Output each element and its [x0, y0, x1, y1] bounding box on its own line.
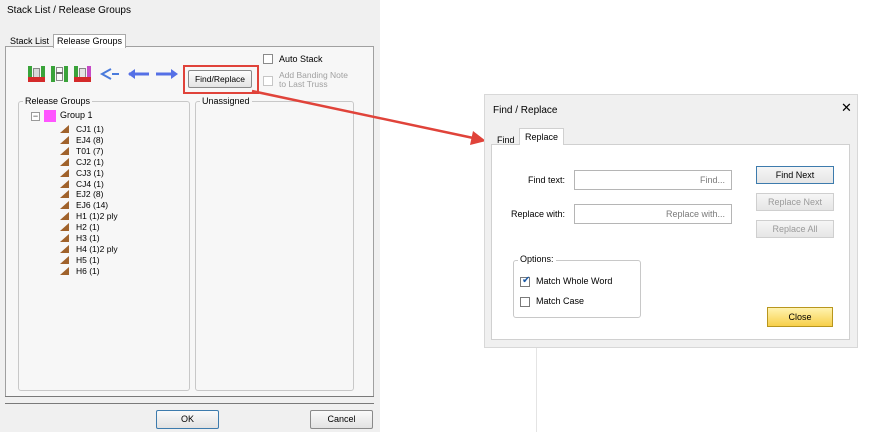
- tree-item-label: H4 (1)2 ply: [76, 243, 118, 254]
- unassigned-title: Unassigned: [200, 96, 252, 107]
- truss-icon: [60, 157, 69, 166]
- match-case-label: Match Case: [536, 296, 585, 306]
- tree-item-label: H6 (1): [76, 265, 100, 276]
- tree-item-label: CJ2 (1): [76, 156, 104, 167]
- tree-item-label: T01 (7): [76, 145, 104, 156]
- find-text-input[interactable]: Find...: [574, 170, 732, 190]
- tree-item-label: H1 (1)2 ply: [76, 211, 118, 222]
- arrow-left-icon[interactable]: [127, 68, 151, 80]
- stack-split-icon[interactable]: [74, 66, 91, 82]
- tab-replace[interactable]: Replace: [519, 128, 565, 145]
- truss-icon: [60, 244, 69, 253]
- stack-white-icon[interactable]: [51, 66, 68, 82]
- truss-icon: [60, 212, 69, 221]
- close-button[interactable]: Close: [767, 307, 833, 327]
- truss-icon: [60, 179, 69, 188]
- stack-red-icon[interactable]: [28, 66, 45, 82]
- tree-item-label: CJ1 (1): [76, 124, 104, 134]
- match-whole-word-checkbox[interactable]: ✔: [520, 275, 531, 287]
- truss-icon: [60, 135, 69, 144]
- tree-item-label: EJ6 (14): [76, 200, 109, 211]
- dialog-title: Find / Replace: [493, 105, 558, 116]
- tree-item-label: EJ2 (8): [76, 189, 104, 200]
- truss-icon: [60, 146, 69, 155]
- tree-group-label[interactable]: Group 1: [60, 110, 93, 120]
- panel-footer-bar: [5, 396, 374, 404]
- callout-arrow: [251, 89, 486, 145]
- tree-item-label: H5 (1): [76, 254, 100, 265]
- tree-item-label: CJ3 (1): [76, 167, 104, 178]
- tree-item-label: EJ4 (8): [76, 134, 104, 145]
- replace-all-button[interactable]: Replace All: [756, 220, 834, 238]
- cancel-button[interactable]: Cancel: [310, 410, 373, 429]
- arrow-right-icon[interactable]: [155, 68, 179, 80]
- ok-button[interactable]: OK: [156, 410, 219, 429]
- options-title: Options:: [518, 254, 556, 264]
- options-box: Options:: [513, 254, 641, 318]
- cycle-arrows-icon[interactable]: [97, 66, 121, 82]
- truss-icon: [60, 201, 69, 210]
- divider-line: [536, 348, 537, 432]
- replace-next-button[interactable]: Replace Next: [756, 193, 834, 211]
- tree-item-label: CJ4 (1): [76, 178, 104, 189]
- release-groups-title: Release Groups: [23, 96, 93, 107]
- truss-icon: [60, 266, 69, 275]
- find-next-button[interactable]: Find Next: [756, 166, 834, 184]
- auto-stack-label: Auto Stack: [279, 54, 323, 64]
- tree-item-label: H3 (1): [76, 233, 100, 243]
- truss-icon: [60, 223, 69, 232]
- truss-icon: [60, 190, 69, 199]
- auto-stack-checkbox[interactable]: [263, 54, 273, 64]
- highlight-box: [183, 65, 259, 94]
- tab-release-groups[interactable]: Release Groups: [53, 34, 127, 48]
- collapse-toggle-icon[interactable]: −: [31, 112, 40, 121]
- match-case-checkbox[interactable]: [520, 297, 530, 307]
- find-text-label: Find text:: [528, 175, 566, 185]
- close-icon[interactable]: ✕: [841, 101, 852, 114]
- window-title: Stack List / Release Groups: [7, 5, 131, 16]
- check-icon: ✔: [522, 275, 531, 286]
- match-whole-word-label: Match Whole Word: [536, 276, 613, 286]
- tree-item-label: H2 (1): [76, 222, 100, 233]
- truss-icon: [60, 234, 69, 242]
- truss-icon: [60, 125, 69, 133]
- replace-with-input[interactable]: Replace with...: [574, 204, 732, 224]
- truss-icon: [60, 168, 69, 177]
- truss-icon: [60, 255, 69, 264]
- find-replace-window: Find / Replace ✕ Find Replace Find text:…: [484, 94, 858, 348]
- replace-with-label: Replace with:: [511, 209, 566, 219]
- group-color-swatch: [44, 110, 56, 122]
